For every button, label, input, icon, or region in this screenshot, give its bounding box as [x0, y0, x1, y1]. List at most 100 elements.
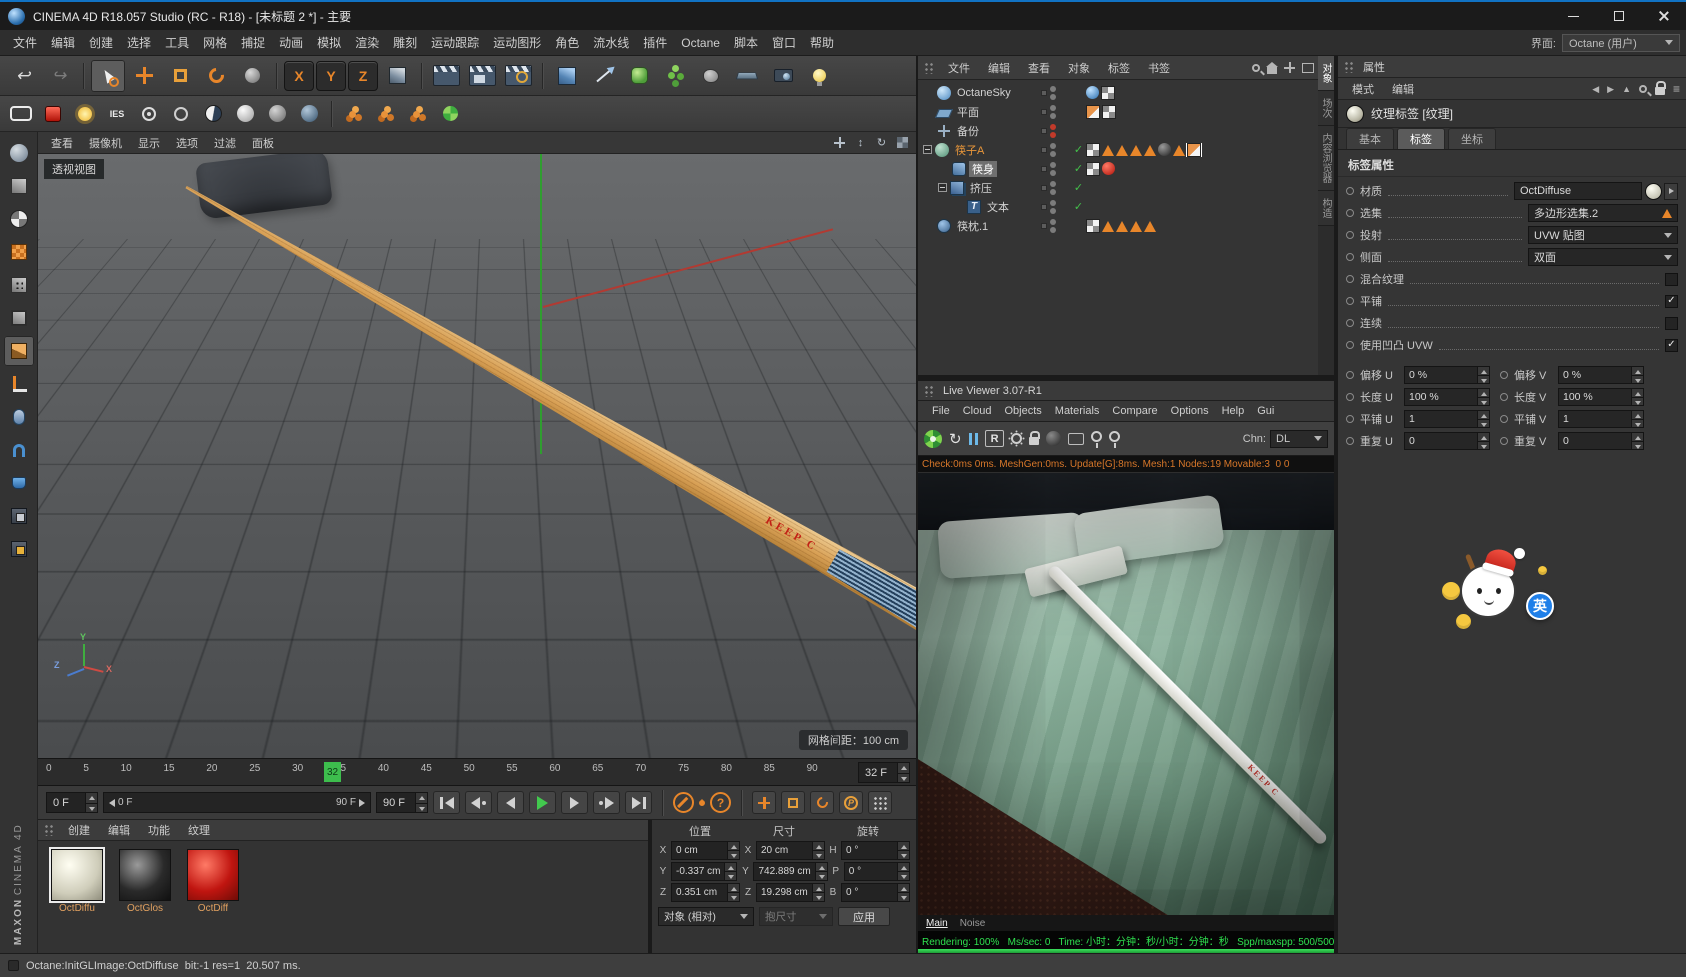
tab-basic[interactable]: 基本	[1346, 128, 1394, 149]
start-frame-field[interactable]: 0 F	[46, 792, 98, 813]
menu-create[interactable]: 创建	[82, 31, 120, 54]
perspective-viewport[interactable]: KEEP C 透视视图 网格间距：100 cm X Y Z	[38, 154, 916, 758]
render-visibility-dot[interactable]	[1050, 188, 1056, 195]
previous-key-button[interactable]	[465, 791, 492, 814]
lv-menu-options[interactable]: Options	[1165, 403, 1215, 419]
channel-dropdown[interactable]: DL	[1270, 429, 1328, 448]
octane-render-button[interactable]	[699, 799, 705, 806]
collapse-icon[interactable]	[938, 183, 947, 192]
paint-button[interactable]	[4, 468, 34, 498]
anim-dot-icon[interactable]	[1346, 319, 1354, 327]
octane-glossy-material-button[interactable]	[262, 100, 292, 128]
object-row-octanesky[interactable]: OctaneSky	[918, 83, 1318, 102]
tiles-v-field[interactable]: 1	[1558, 410, 1644, 428]
polygon-selection-tag[interactable]	[1116, 145, 1128, 156]
render-image[interactable]: KEEP C	[918, 473, 1334, 915]
material-name[interactable]: OctDiff	[198, 903, 228, 914]
maximize-button[interactable]	[1596, 2, 1641, 30]
tiles-u-field[interactable]: 1	[1404, 410, 1490, 428]
record-rotation-button[interactable]	[810, 791, 834, 814]
polygon-selection-tag[interactable]	[1144, 145, 1156, 156]
menu-tools[interactable]: 工具	[158, 31, 196, 54]
object-row-plane[interactable]: 平面	[918, 102, 1318, 121]
menu-file[interactable]: 文件	[6, 31, 44, 54]
camera-rotate-icon[interactable]	[874, 135, 889, 150]
length-v-field[interactable]: 100 %	[1558, 388, 1644, 406]
panel-menu-icon[interactable]	[1673, 82, 1680, 96]
editor-visibility-dot[interactable]	[1050, 180, 1056, 187]
menu-plugins[interactable]: 插件	[636, 31, 674, 54]
play-button[interactable]	[529, 791, 556, 814]
goto-end-button[interactable]	[625, 791, 652, 814]
menu-character[interactable]: 角色	[548, 31, 586, 54]
polygon-selection-tag[interactable]	[1116, 221, 1128, 232]
menu-sculpt[interactable]: 雕刻	[386, 31, 424, 54]
lv-menu-help[interactable]: Help	[1216, 403, 1251, 419]
object-row-chopstick-rest[interactable]: 筷枕.1	[918, 216, 1318, 235]
octane-disable-render-button[interactable]	[673, 792, 694, 813]
bump-uvw-checkbox[interactable]	[1665, 338, 1678, 352]
lock-z-axis-button[interactable]: Z	[348, 60, 378, 91]
close-button[interactable]	[1641, 2, 1686, 30]
sky-tag[interactable]	[1086, 86, 1099, 99]
editor-visibility-dot[interactable]	[1050, 85, 1056, 92]
texture-tag[interactable]	[1086, 161, 1100, 176]
position-x-field[interactable]: 0 cm	[671, 841, 740, 860]
anim-dot-icon[interactable]	[1346, 231, 1354, 239]
view-label[interactable]: 透视视图	[44, 159, 104, 179]
enable-check-icon[interactable]	[1071, 200, 1086, 213]
offset-v-field[interactable]: 0 %	[1558, 366, 1644, 384]
polygon-selection-tag[interactable]	[1173, 145, 1185, 156]
restart-render-icon[interactable]	[949, 430, 962, 448]
apply-button[interactable]: 应用	[838, 907, 890, 926]
octane-logo-icon[interactable]	[924, 429, 942, 448]
material-ball-icon[interactable]	[1046, 431, 1062, 446]
panel-grip-icon[interactable]	[924, 61, 934, 74]
panel-grip-icon[interactable]	[924, 384, 934, 397]
search-icon[interactable]	[1252, 63, 1260, 72]
menu-select[interactable]: 选择	[120, 31, 158, 54]
render-visibility-dot[interactable]	[1050, 207, 1056, 214]
material-link-box[interactable]: OctDiffuse	[1514, 182, 1642, 200]
texture-mode-button[interactable]	[4, 204, 34, 234]
material-preview-icon[interactable]	[1645, 182, 1662, 200]
anim-dot-icon[interactable]	[1346, 209, 1354, 217]
editor-visibility-dot[interactable]	[1050, 104, 1056, 111]
seamless-checkbox[interactable]	[1665, 316, 1678, 330]
om-menu-edit[interactable]: 编辑	[980, 58, 1018, 78]
render-visibility-dot[interactable]	[1050, 169, 1056, 176]
repeat-v-field[interactable]: 0	[1558, 432, 1644, 450]
octane-targetlight-button[interactable]	[38, 100, 68, 128]
enable-check-icon[interactable]	[1071, 162, 1086, 175]
menu-snap[interactable]: 捕捉	[234, 31, 272, 54]
camera-button[interactable]	[766, 60, 800, 92]
polygon-selection-tag[interactable]	[1130, 145, 1142, 156]
polygons-mode-button[interactable]	[3, 336, 34, 366]
last-tool-button[interactable]	[235, 60, 269, 92]
tab-noise[interactable]: Noise	[960, 918, 986, 929]
om-menu-tag[interactable]: 标签	[1100, 58, 1138, 78]
spinner-arrows[interactable]	[415, 793, 427, 812]
menu-octane[interactable]: Octane	[674, 33, 727, 53]
search-icon[interactable]	[1638, 84, 1647, 93]
menu-render[interactable]: 渲染	[348, 31, 386, 54]
lv-menu-materials[interactable]: Materials	[1049, 403, 1106, 419]
object-row-text[interactable]: 文本	[918, 197, 1318, 216]
position-y-field[interactable]: -0.337 cm	[671, 862, 738, 881]
octane-mix-material-button[interactable]	[198, 100, 228, 128]
viewport-menu-panel[interactable]: 面板	[245, 133, 281, 153]
enable-check-icon[interactable]	[1071, 181, 1086, 194]
redo-button[interactable]	[42, 60, 76, 92]
material-tag[interactable]	[1158, 143, 1171, 156]
octane-help-button[interactable]	[710, 792, 731, 813]
size-y-field[interactable]: 742.889 cm	[753, 862, 828, 881]
lv-menu-compare[interactable]: Compare	[1106, 403, 1163, 419]
menu-animate[interactable]: 动画	[272, 31, 310, 54]
menu-script[interactable]: 脚本	[727, 31, 765, 54]
octane-scatter-button-2[interactable]	[371, 100, 401, 128]
interface-dropdown[interactable]: Octane (用户)	[1562, 33, 1680, 52]
lv-menu-objects[interactable]: Objects	[998, 403, 1047, 419]
minimize-button[interactable]	[1551, 2, 1596, 30]
octane-scatter-button-3[interactable]	[403, 100, 433, 128]
viewport-menu-filter[interactable]: 过滤	[207, 133, 243, 153]
